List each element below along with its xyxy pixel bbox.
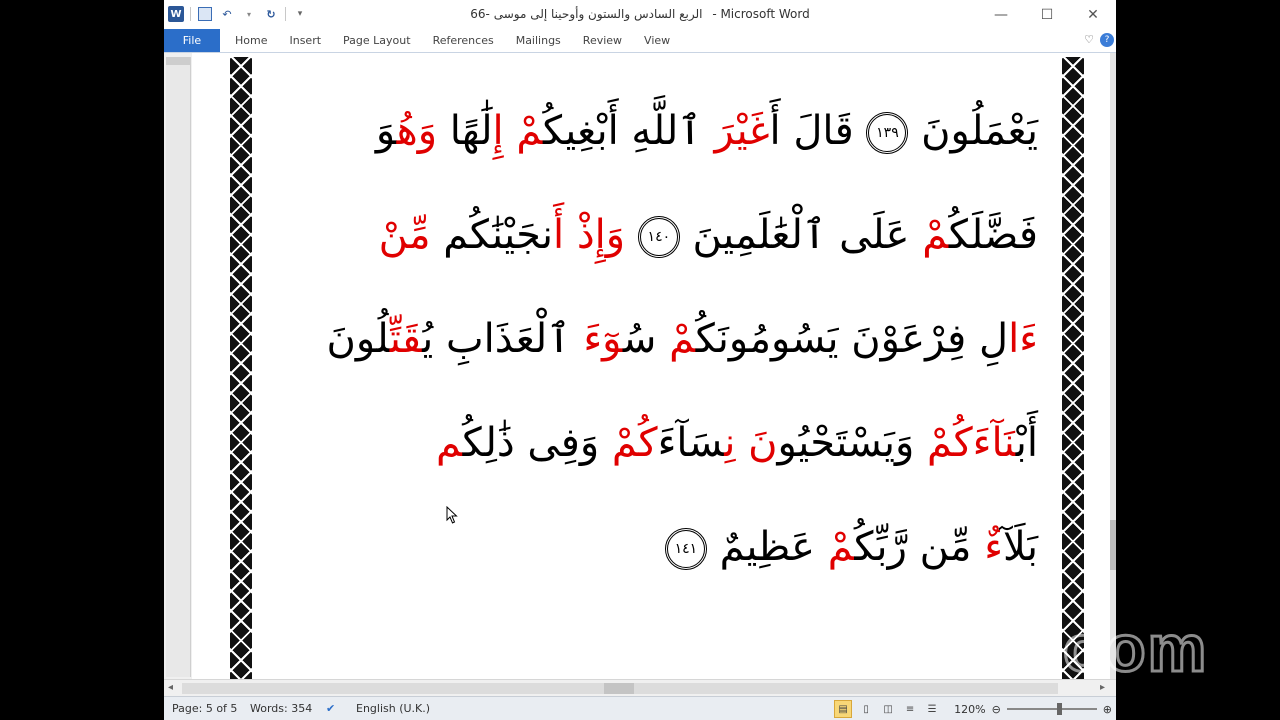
- text-segment: قَالَ أَ: [769, 108, 867, 154]
- title-bar: W ↶ ▾ ↻ ▾ الربع السادس والستون وأوحينا إ…: [164, 0, 1116, 30]
- zoom-level[interactable]: 120%: [954, 703, 985, 716]
- red-text-segment: مْ إِ: [492, 108, 543, 154]
- tab-references[interactable]: References: [422, 34, 505, 47]
- red-text-segment: نَآءَ: [972, 420, 1016, 466]
- tab-review[interactable]: Review: [572, 34, 633, 47]
- document-name: الربع السادس والستون وأوحينا إلى موسى -6…: [470, 7, 703, 21]
- zoom-out-icon[interactable]: ⊖: [992, 703, 1001, 716]
- red-text-segment: ءَا: [1008, 316, 1038, 362]
- red-text-segment: نَ نِ: [724, 420, 778, 466]
- collapse-ribbon-icon[interactable]: ♡: [1084, 33, 1094, 47]
- text-line[interactable]: بَلَآءٌ مِّن رَّبِّكُمْ عَظِيمٌ ١٤١: [272, 495, 1038, 599]
- tab-view[interactable]: View: [633, 34, 681, 47]
- text-segment: عَظِيمٌ: [706, 524, 828, 570]
- tab-list: Home Insert Page Layout References Maili…: [224, 29, 681, 52]
- window-title: الربع السادس والستون وأوحينا إلى موسى -6…: [164, 7, 1116, 21]
- zoom-slider-thumb[interactable]: [1056, 703, 1062, 715]
- text-segment: نجَيْنَٰكُم: [430, 212, 554, 258]
- zoom-in-icon[interactable]: ⊕: [1103, 703, 1112, 716]
- tab-page-layout[interactable]: Page Layout: [332, 34, 422, 47]
- full-screen-reading-icon[interactable]: ▯: [858, 701, 874, 717]
- tab-home[interactable]: Home: [224, 34, 278, 47]
- scroll-left-icon[interactable]: ◂: [168, 682, 173, 693]
- word-count[interactable]: Words: 354: [250, 702, 312, 715]
- text-segment: سُ: [622, 316, 670, 362]
- tab-mailings[interactable]: Mailings: [505, 34, 572, 47]
- maximize-button[interactable]: ☐: [1024, 0, 1070, 30]
- text-segment: لُونَ: [326, 316, 390, 362]
- outline-view-icon[interactable]: ≡: [902, 701, 918, 717]
- zoom-slider[interactable]: [1006, 703, 1097, 715]
- red-text-segment: كُمْ: [611, 420, 658, 466]
- document-page[interactable]: يَعْمَلُونَ ١٣٩ قَالَ أَغَيْرَ ٱللَّهِ أ…: [192, 53, 1112, 679]
- red-text-segment: مْ: [922, 212, 949, 258]
- text-segment: وَ: [375, 108, 397, 154]
- text-line[interactable]: فَضَّلَكُمْ عَلَى ٱلْعَٰلَمِينَ ١٤٠ وَإِ…: [272, 183, 1038, 287]
- text-segment: ٱللَّهِ أَبْغِيكُ: [543, 108, 715, 154]
- red-text-segment: مْ: [827, 524, 855, 570]
- text-segment: فَضَّلَكُ: [948, 212, 1038, 258]
- app-name: - Microsoft Word: [712, 7, 810, 21]
- ayah-number-icon: ١٤٠: [637, 216, 680, 258]
- proofing-icon[interactable]: ✔: [326, 702, 335, 715]
- red-text-segment: كُمْ: [927, 420, 973, 466]
- red-text-segment: مْ: [669, 316, 696, 362]
- ayah-number-icon: ١٣٩: [866, 112, 909, 154]
- red-text-segment: ءٌ: [984, 524, 1003, 570]
- text-segment: وَفِى ذَٰلِكُ: [462, 420, 612, 466]
- window-controls: — ☐ ✕: [978, 0, 1116, 30]
- text-segment: لَٰهًا: [437, 108, 493, 154]
- red-text-segment: قَتِّ: [389, 316, 423, 362]
- quran-text[interactable]: يَعْمَلُونَ ١٣٩ قَالَ أَغَيْرَ ٱللَّهِ أ…: [272, 79, 1038, 599]
- text-line[interactable]: يَعْمَلُونَ ١٣٩ قَالَ أَغَيْرَ ٱللَّهِ أ…: [272, 79, 1038, 183]
- draft-view-icon[interactable]: ☰: [924, 701, 940, 717]
- text-segment: سَآءَ: [657, 420, 725, 466]
- status-right-controls: ▤ ▯ ◫ ≡ ☰ 120% ⊖ ⊕: [834, 700, 1112, 718]
- vertical-ruler: [166, 57, 191, 677]
- horizontal-scrollbar[interactable]: ◂ ▸: [164, 679, 1116, 697]
- text-segment: مِّن رَّبِّكُ: [854, 524, 985, 570]
- minimize-button[interactable]: —: [978, 0, 1024, 30]
- zoom-watermark: zoom: [1026, 610, 1209, 687]
- text-segment: لِ فِرْعَوْنَ يَسُومُونَكُ: [695, 316, 1009, 362]
- text-segment: بَلَآ: [1003, 524, 1038, 570]
- page-border-right: [1062, 57, 1084, 679]
- horizontal-scroll-thumb[interactable]: [604, 683, 634, 694]
- ribbon-tabs: File Home Insert Page Layout References …: [164, 29, 1116, 53]
- text-segment: يَعْمَلُونَ: [908, 108, 1038, 154]
- tab-file[interactable]: File: [164, 29, 220, 52]
- text-line[interactable]: ءَالِ فِرْعَوْنَ يَسُومُونَكُمْ سُوٓءَ ٱ…: [272, 287, 1039, 391]
- text-segment: [625, 212, 638, 258]
- vertical-scrollbar-thumb[interactable]: [1110, 520, 1116, 570]
- text-segment: وَيَسْتَحْيُو: [777, 420, 927, 466]
- word-window: W ↶ ▾ ↻ ▾ الربع السادس والستون وأوحينا إ…: [164, 0, 1116, 720]
- ruler-margin-mark: [166, 57, 190, 65]
- language-indicator[interactable]: English (U.K.): [356, 702, 430, 715]
- mouse-cursor-icon: [446, 506, 458, 524]
- text-segment: عَلَى ٱلْعَٰلَمِينَ: [679, 212, 923, 258]
- red-text-segment: وٓءَ: [583, 316, 623, 362]
- text-segment: ٱلْعَذَابِ يُ: [422, 316, 584, 362]
- red-text-segment: غَيْرَ: [714, 108, 770, 154]
- red-text-segment: وَهُ: [396, 108, 438, 154]
- vertical-scrollbar[interactable]: [1110, 53, 1116, 679]
- web-layout-icon[interactable]: ◫: [880, 701, 896, 717]
- close-button[interactable]: ✕: [1070, 0, 1116, 30]
- print-layout-view-icon[interactable]: ▤: [834, 700, 853, 718]
- ayah-number-icon: ١٤١: [664, 528, 707, 570]
- document-area: يَعْمَلُونَ ١٣٩ قَالَ أَغَيْرَ ٱللَّهِ أ…: [164, 53, 1116, 679]
- text-segment: أَبْ: [1015, 420, 1038, 466]
- text-line[interactable]: أَبْنَآءَكُمْ وَيَسْتَحْيُونَ نِسَآءَكُم…: [272, 391, 1038, 495]
- status-bar: Page: 5 of 5 Words: 354 ✔ English (U.K.)…: [164, 696, 1116, 720]
- tab-insert[interactable]: Insert: [278, 34, 332, 47]
- red-text-segment: وَإِذْ أَ: [553, 212, 626, 258]
- ribbon-right-controls: ♡ ?: [1084, 33, 1114, 47]
- page-count[interactable]: Page: 5 of 5: [172, 702, 237, 715]
- help-icon[interactable]: ?: [1100, 33, 1114, 47]
- page-border-left: [230, 57, 252, 679]
- red-text-segment: م: [436, 420, 463, 466]
- red-text-segment: مِّنْ: [378, 212, 431, 258]
